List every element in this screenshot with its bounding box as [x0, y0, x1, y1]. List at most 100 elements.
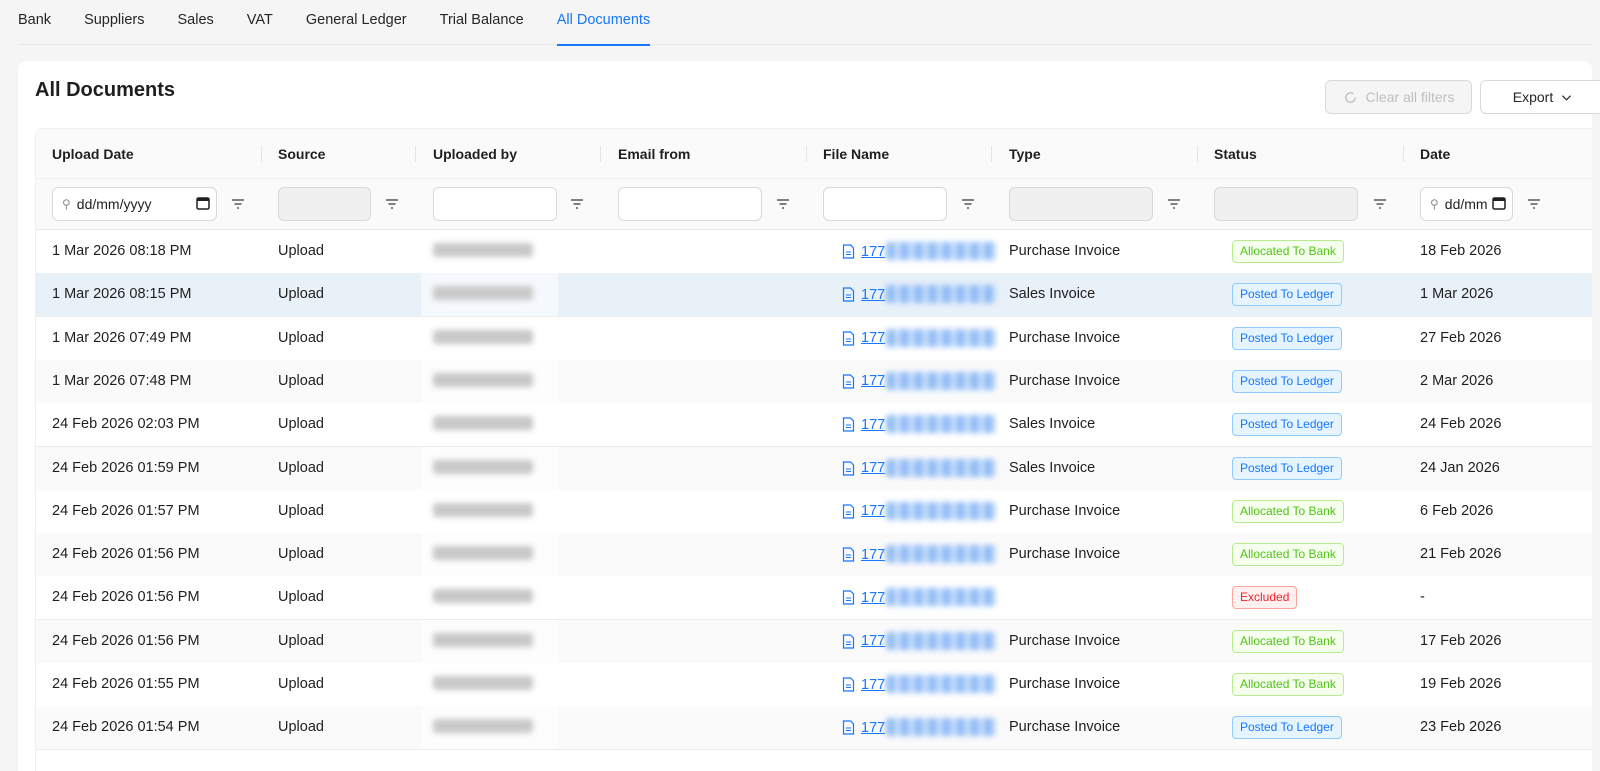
- file-name-link[interactable]: 177: [861, 330, 885, 346]
- column-header-type[interactable]: Type: [1009, 129, 1041, 179]
- source-cell: Upload: [278, 459, 324, 476]
- page-title: All Documents: [35, 79, 176, 101]
- filter-icon[interactable]: [775, 196, 791, 212]
- column-header-date[interactable]: Date: [1420, 129, 1450, 179]
- file-name-cell[interactable]: 177: [842, 403, 1012, 446]
- column-divider[interactable]: [1197, 146, 1198, 162]
- file-name-cell[interactable]: 177: [842, 317, 1012, 360]
- file-name-link[interactable]: 177: [861, 287, 885, 303]
- file-name-cell[interactable]: 177: [842, 706, 1012, 749]
- tab-suppliers[interactable]: Suppliers: [84, 0, 144, 45]
- table-row[interactable]: 24 Feb 2026 02:03 PM Upload 177 Sales In…: [36, 403, 1592, 448]
- file-name-cell[interactable]: 177: [842, 230, 1012, 273]
- column-header-status[interactable]: Status: [1214, 129, 1257, 179]
- table-row[interactable]: 24 Feb 2026 01:54 PM Upload 177 Purchase…: [36, 706, 1592, 751]
- file-name-link[interactable]: 177: [861, 373, 885, 389]
- source-filter-select[interactable]: [278, 187, 371, 221]
- document-icon: [842, 677, 855, 692]
- tab-vat[interactable]: VAT: [247, 0, 273, 45]
- type-cell: Purchase Invoice: [1009, 632, 1121, 649]
- tab-general-ledger[interactable]: General Ledger: [306, 0, 407, 45]
- export-button[interactable]: Export: [1480, 80, 1600, 114]
- table-row[interactable]: 1 Mar 2026 07:48 PM Upload 177 Purchase …: [36, 359, 1592, 404]
- file-name-link[interactable]: 177: [861, 417, 885, 433]
- date-filter-input[interactable]: ⚲ dd/mm: [1420, 187, 1513, 221]
- calendar-icon[interactable]: [1492, 196, 1506, 210]
- file-name-redacted: [886, 328, 996, 347]
- file-name-cell[interactable]: 177: [842, 620, 1012, 663]
- table-row[interactable]: 1 Mar 2026 08:15 PM Upload 177 Sales Inv…: [36, 273, 1592, 318]
- table-row[interactable]: 24 Feb 2026 01:56 PM Upload 177 Excluded…: [36, 576, 1592, 621]
- type-cell: Sales Invoice: [1009, 459, 1096, 476]
- file-name-link[interactable]: 177: [861, 503, 885, 519]
- table-row[interactable]: 24 Feb 2026 01:55 PM Upload 177 Purchase…: [36, 663, 1592, 707]
- column-divider[interactable]: [600, 146, 601, 162]
- table-row[interactable]: 24 Feb 2026 01:57 PM Upload 177 Purchase…: [36, 489, 1592, 534]
- status-badge: Posted To Ledger: [1232, 326, 1342, 350]
- column-header-source[interactable]: Source: [278, 129, 325, 179]
- filter-icon[interactable]: [960, 196, 976, 212]
- filter-icon[interactable]: [569, 196, 585, 212]
- file-name-link[interactable]: 177: [861, 547, 885, 563]
- column-divider[interactable]: [806, 146, 807, 162]
- file-name-link[interactable]: 177: [861, 677, 885, 693]
- filter-icon[interactable]: [230, 196, 246, 212]
- column-divider[interactable]: [1403, 146, 1404, 162]
- file-name-cell[interactable]: 177: [842, 447, 1012, 490]
- uploaded-by-filter-input[interactable]: [433, 187, 557, 221]
- table-row[interactable]: 1 Mar 2026 08:18 PM Upload 177 Purchase …: [36, 230, 1592, 274]
- column-divider[interactable]: [991, 146, 992, 162]
- file-name-link[interactable]: 177: [861, 244, 885, 260]
- table-row[interactable]: 24 Feb 2026 01:56 PM Upload 177 Purchase…: [36, 533, 1592, 578]
- file-name-cell[interactable]: 177: [842, 360, 1012, 403]
- documents-table: Upload Date Source Uploaded by Email fro…: [35, 128, 1592, 771]
- file-name-link[interactable]: 177: [861, 633, 885, 649]
- table-row[interactable]: 24 Feb 2026 01:59 PM Upload 177 Sales In…: [36, 446, 1592, 491]
- type-cell: Sales Invoice: [1009, 286, 1096, 303]
- file-name-cell[interactable]: 177: [842, 663, 1012, 706]
- file-name-link[interactable]: 177: [861, 720, 885, 736]
- column-header-email-from[interactable]: Email from: [618, 129, 690, 179]
- file-name-cell[interactable]: 177: [842, 576, 1012, 619]
- document-icon: [842, 547, 855, 562]
- email-from-filter-input[interactable]: [618, 187, 762, 221]
- type-cell: Purchase Invoice: [1009, 546, 1121, 563]
- upload-date-cell: 1 Mar 2026 07:48 PM: [52, 372, 192, 389]
- clear-all-filters-label: Clear all filters: [1365, 89, 1455, 105]
- filter-icon[interactable]: [1166, 196, 1182, 212]
- date-cell: 24 Jan 2026: [1420, 459, 1500, 476]
- table-row[interactable]: 24 Feb 2026 01:56 PM Upload 177 Purchase…: [36, 619, 1592, 664]
- file-name-redacted: [886, 458, 996, 477]
- upload-date-filter-input[interactable]: ⚲ dd/mm/yyyy: [52, 187, 217, 221]
- file-name-cell[interactable]: 177: [842, 273, 1012, 316]
- column-header-file-name[interactable]: File Name: [823, 129, 889, 179]
- status-filter-select[interactable]: [1214, 187, 1358, 221]
- clear-all-filters-button[interactable]: Clear all filters: [1325, 80, 1472, 114]
- tab-bank[interactable]: Bank: [18, 0, 51, 45]
- upload-date-cell: 24 Feb 2026 02:03 PM: [52, 416, 200, 433]
- source-cell: Upload: [278, 329, 324, 346]
- filter-icon[interactable]: [1372, 196, 1388, 212]
- file-name-link[interactable]: 177: [861, 460, 885, 476]
- file-name-link[interactable]: 177: [861, 590, 885, 606]
- filter-icon[interactable]: [1526, 196, 1542, 212]
- document-icon: [842, 720, 855, 735]
- type-filter-select[interactable]: [1009, 187, 1153, 221]
- column-divider[interactable]: [415, 146, 416, 162]
- file-name-redacted: [886, 371, 996, 390]
- table-row[interactable]: 1 Mar 2026 07:49 PM Upload 177 Purchase …: [36, 316, 1592, 361]
- tab-all-documents[interactable]: All Documents: [556, 0, 651, 46]
- file-name-cell[interactable]: 177: [842, 490, 1012, 533]
- column-header-upload-date[interactable]: Upload Date: [52, 129, 134, 179]
- column-header-uploaded-by[interactable]: Uploaded by: [433, 129, 517, 179]
- tab-sales[interactable]: Sales: [178, 0, 214, 45]
- column-divider[interactable]: [261, 146, 262, 162]
- calendar-icon[interactable]: [196, 196, 210, 210]
- file-name-cell[interactable]: 177: [842, 533, 1012, 576]
- tab-trial-balance[interactable]: Trial Balance: [440, 0, 524, 45]
- file-name-filter-input[interactable]: [823, 187, 947, 221]
- file-name-redacted: [886, 501, 996, 520]
- date-cell: 21 Feb 2026: [1420, 546, 1502, 563]
- filter-icon[interactable]: [384, 196, 400, 212]
- status-badge: Posted To Ledger: [1232, 283, 1342, 307]
